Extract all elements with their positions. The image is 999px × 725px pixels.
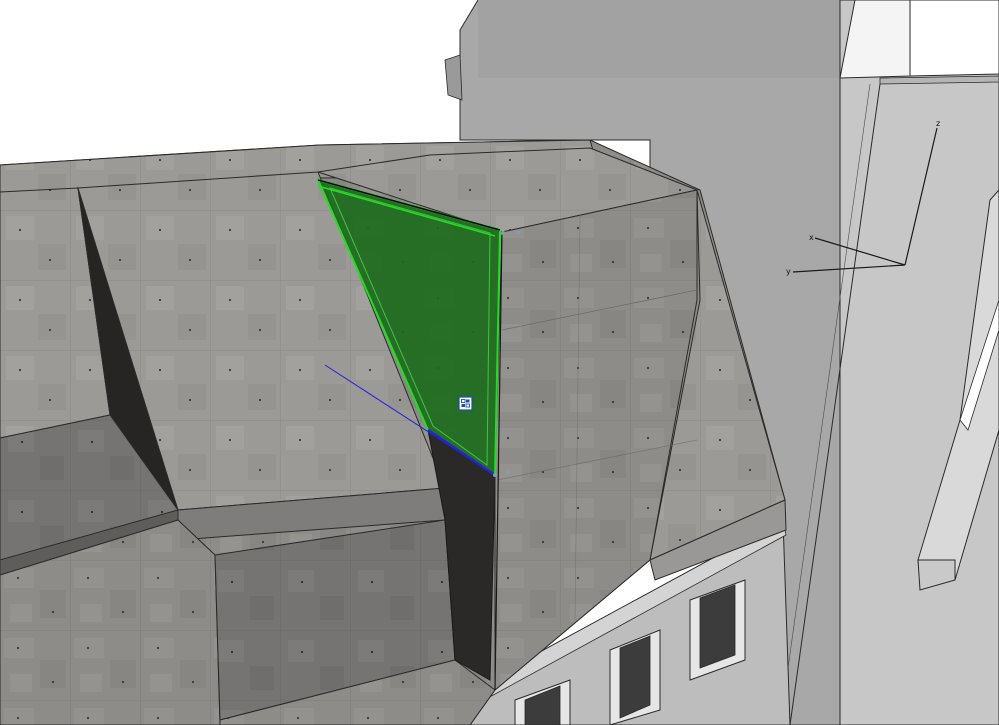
push-pull-cursor-icon [458,396,473,411]
modeling-viewport[interactable]: z x y [0,0,999,725]
x-axis-label: x [809,233,814,242]
3d-scene[interactable]: z x y [0,0,999,725]
z-axis-label: z [936,119,940,128]
y-axis-label: y [786,267,791,276]
